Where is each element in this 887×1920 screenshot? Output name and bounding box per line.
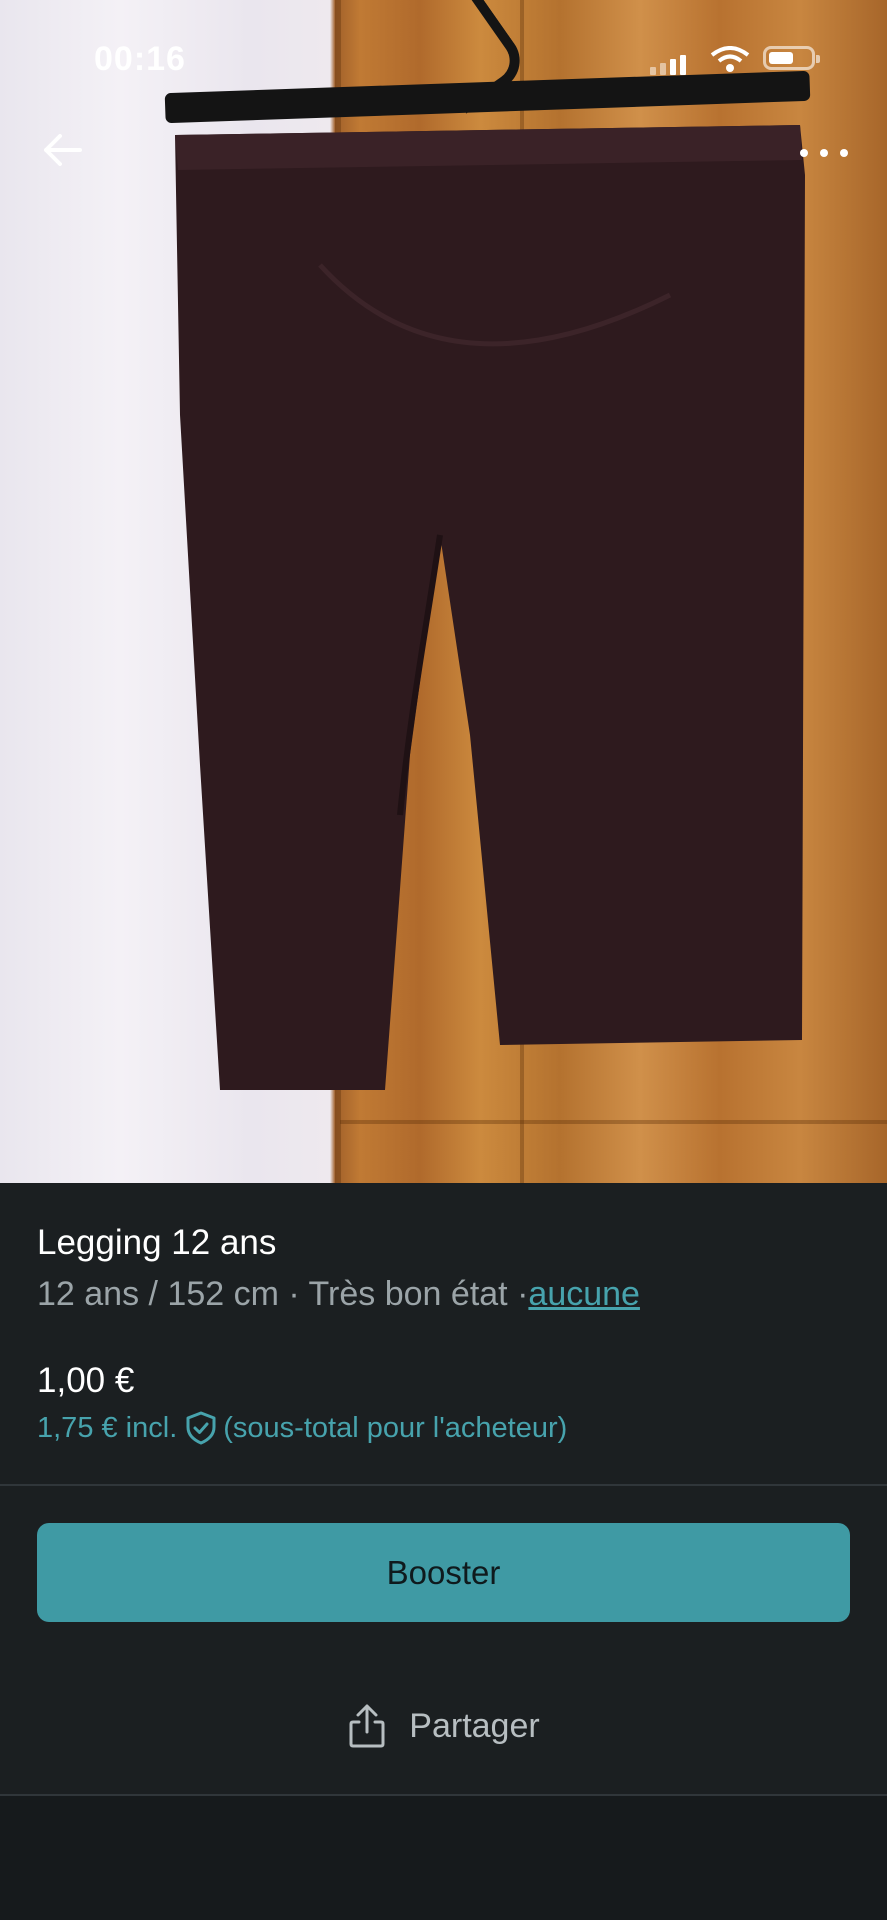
door-panel-line-bottom	[340, 1120, 887, 1124]
share-icon	[349, 1704, 385, 1748]
wifi-icon	[710, 46, 750, 72]
item-size: 12 ans / 152 cm	[37, 1275, 279, 1313]
item-title: Legging 12 ans	[37, 1223, 277, 1262]
buyer-price-info[interactable]: 1,75 € incl. (sous-total pour l'acheteur…	[37, 1411, 567, 1445]
legging-image	[175, 125, 805, 1090]
arrow-left-icon[interactable]	[40, 128, 84, 172]
item-photo[interactable]	[0, 0, 887, 1183]
share-label: Partager	[409, 1706, 540, 1745]
item-details: Legging 12 ans 12 ans / 152 cm · Très bo…	[0, 1183, 887, 1483]
share-button[interactable]: Partager	[0, 1676, 887, 1776]
status-time: 00:16	[94, 40, 186, 78]
shield-check-icon	[186, 1411, 216, 1445]
more-horizontal-icon[interactable]	[796, 143, 852, 163]
attribute-separator: ·	[517, 1275, 529, 1313]
item-price: 1,00 €	[37, 1361, 135, 1400]
signal-icon	[650, 55, 686, 75]
buyer-price: 1,75 € incl.	[37, 1411, 178, 1444]
item-attributes: 12 ans / 152 cm · Très bon état ·aucune	[37, 1275, 640, 1314]
item-condition: Très bon état	[308, 1275, 508, 1313]
battery-icon	[763, 46, 820, 70]
attribute-separator: ·	[288, 1275, 300, 1313]
buyer-price-note: (sous-total pour l'acheteur)	[223, 1411, 568, 1444]
boost-button[interactable]: Booster	[37, 1523, 850, 1622]
status-bar: 00:16	[0, 0, 887, 110]
brand-link[interactable]: aucune	[528, 1275, 640, 1313]
divider	[0, 1484, 887, 1486]
bottom-bar	[0, 1796, 887, 1920]
